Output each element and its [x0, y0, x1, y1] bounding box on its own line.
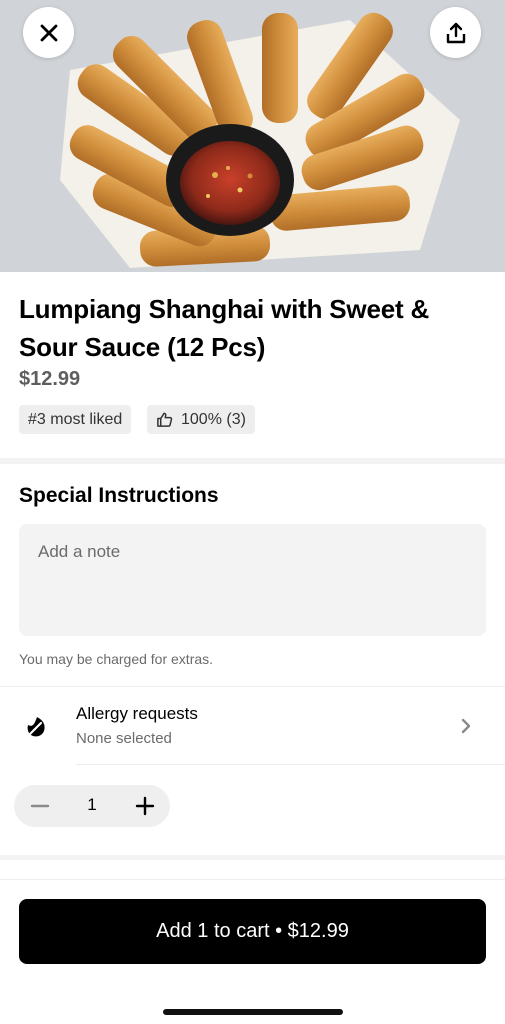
allergy-requests-row[interactable]: Allergy requests None selected: [0, 688, 505, 764]
like-badge-label: 100% (3): [181, 410, 246, 428]
quantity-value: 1: [87, 795, 97, 814]
add-to-cart-label: Add 1 to cart • $12.99: [156, 920, 349, 942]
share-icon: [446, 22, 465, 43]
share-button[interactable]: [430, 7, 481, 58]
close-icon: [40, 24, 57, 41]
item-price: $12.99: [19, 368, 81, 390]
divider: [0, 879, 505, 880]
spring-rolls-photo: [0, 0, 505, 272]
divider: [0, 686, 505, 687]
extras-notice: You may be charged for extras.: [19, 651, 214, 667]
special-instructions-title: Special Instructions: [19, 484, 219, 507]
like-badge: 100% (3): [147, 405, 255, 434]
allergy-icon: [27, 717, 45, 737]
rank-badge: #3 most liked: [19, 405, 132, 434]
thumbs-up-icon: [157, 412, 173, 427]
item-title: Lumpiang Shanghai with Sweet & Sour Sauc…: [19, 294, 430, 362]
close-button[interactable]: [23, 7, 74, 58]
note-input[interactable]: Add a note: [19, 524, 486, 636]
allergy-requests-value: None selected: [76, 730, 172, 747]
item-photo: [0, 0, 505, 272]
home-indicator[interactable]: [163, 1009, 343, 1015]
chevron-right-icon: [461, 718, 471, 734]
minus-icon[interactable]: [29, 795, 51, 817]
section-divider: [0, 458, 505, 464]
section-divider: [0, 855, 505, 860]
plus-icon[interactable]: [134, 795, 156, 817]
rank-badge-label: #3 most liked: [28, 410, 123, 428]
divider: [76, 764, 505, 765]
quantity-stepper: 1: [14, 785, 170, 827]
add-to-cart-button[interactable]: Add 1 to cart • $12.99: [19, 899, 486, 964]
allergy-requests-label: Allergy requests: [76, 704, 198, 723]
